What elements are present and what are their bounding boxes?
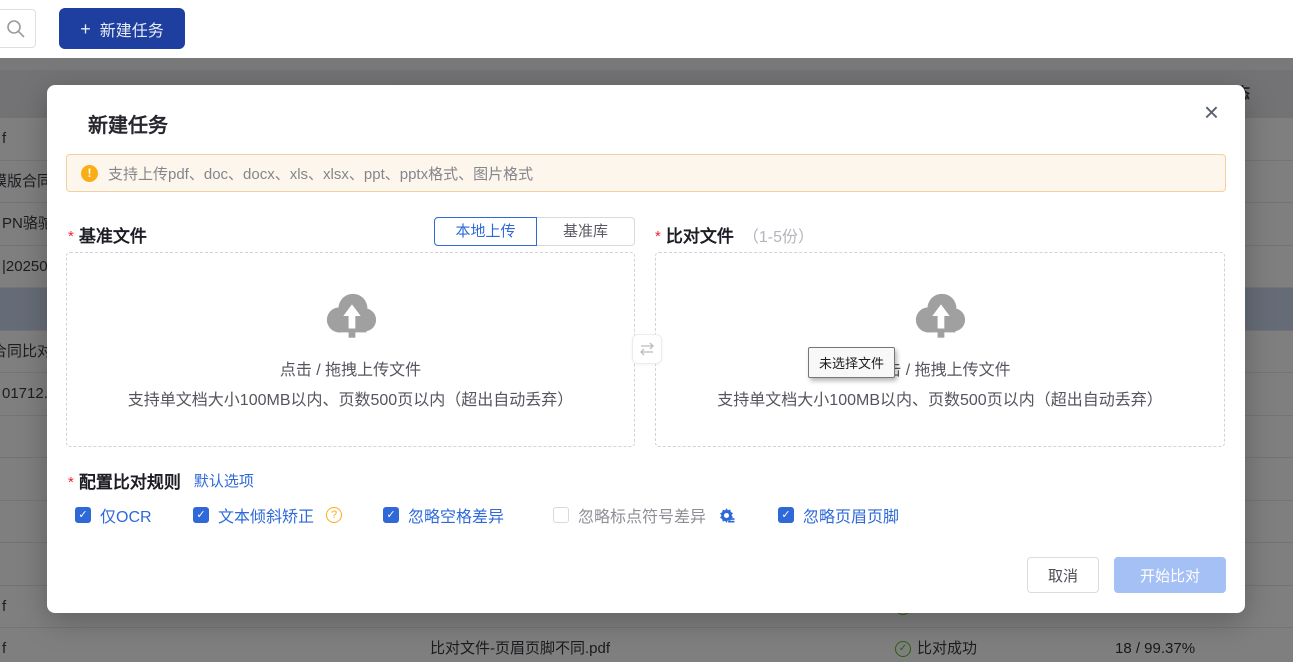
- warning-icon: !: [81, 165, 98, 182]
- compare-file-count-hint: （1-5份）: [743, 223, 814, 247]
- new-task-modal: 新建任务 × ! 支持上传pdf、doc、docx、xls、xlsx、ppt、p…: [47, 85, 1245, 613]
- default-options-link[interactable]: 默认选项: [194, 470, 254, 491]
- required-mark: *: [68, 228, 74, 245]
- checkbox-label: 忽略标点符号差异: [578, 503, 706, 527]
- tab-base-library[interactable]: 基准库: [537, 217, 635, 246]
- checkbox-unchecked-icon[interactable]: [553, 507, 569, 523]
- format-alert-text: 支持上传pdf、doc、docx、xls、xlsx、ppt、pptx格式、图片格…: [108, 163, 533, 184]
- checkbox-ocr-only[interactable]: 仅OCR: [75, 503, 152, 527]
- upload-cloud-icon: [656, 291, 1224, 346]
- base-file-label: 基准文件: [79, 222, 147, 247]
- compare-file-label: 比对文件: [666, 222, 734, 247]
- checkbox-checked-icon[interactable]: [383, 507, 399, 523]
- checkbox-checked-icon[interactable]: [193, 507, 209, 523]
- file-input-tooltip: 未选择文件: [808, 347, 895, 378]
- search-icon: [6, 19, 26, 39]
- checkbox-checked-icon[interactable]: [75, 507, 91, 523]
- plus-icon: +: [80, 20, 91, 38]
- base-file-dropzone[interactable]: 点击 / 拖拽上传文件 支持单文档大小100MB以内、页数500页以内（超出自动…: [66, 252, 635, 447]
- punctuation-settings-gear-icon[interactable]: [718, 507, 735, 524]
- help-icon[interactable]: ?: [326, 507, 342, 523]
- checkbox-label: 仅OCR: [100, 503, 152, 527]
- upload-hint-line2: 支持单文档大小100MB以内、页数500页以内（超出自动丢弃）: [656, 386, 1224, 410]
- rules-label: 配置比对规则: [79, 468, 181, 493]
- start-compare-button[interactable]: 开始比对: [1114, 557, 1226, 593]
- new-task-button-label: 新建任务: [100, 17, 164, 41]
- upload-hint-line2: 支持单文档大小100MB以内、页数500页以内（超出自动丢弃）: [67, 386, 634, 410]
- checkbox-ignore-header-footer[interactable]: 忽略页眉页脚: [778, 503, 899, 527]
- close-icon[interactable]: ×: [1204, 99, 1219, 125]
- checkbox-checked-icon[interactable]: [778, 507, 794, 523]
- upload-hint-line1: 点击 / 拖拽上传文件: [67, 356, 634, 380]
- compare-file-dropzone[interactable]: 点击 / 拖拽上传文件 支持单文档大小100MB以内、页数500页以内（超出自动…: [655, 252, 1225, 447]
- rules-section-title: * 配置比对规则 默认选项: [68, 468, 254, 493]
- compare-file-section-title: * 比对文件 （1-5份）: [655, 222, 814, 247]
- format-alert: ! 支持上传pdf、doc、docx、xls、xlsx、ppt、pptx格式、图…: [66, 154, 1226, 192]
- upload-hint-line1: 点击 / 拖拽上传文件: [656, 356, 1224, 380]
- new-task-button[interactable]: + 新建任务: [59, 8, 185, 49]
- checkbox-label: 文本倾斜矫正: [218, 503, 314, 527]
- checkbox-text-skew-correction[interactable]: 文本倾斜矫正 ?: [193, 503, 342, 527]
- modal-title: 新建任务: [88, 109, 168, 138]
- required-mark: *: [68, 474, 74, 491]
- upload-cloud-icon: [67, 291, 634, 346]
- required-mark: *: [655, 228, 661, 245]
- source-tabs: 本地上传 基准库: [434, 217, 635, 246]
- checkbox-ignore-punctuation-diff[interactable]: 忽略标点符号差异: [553, 503, 735, 527]
- checkbox-label: 忽略空格差异: [408, 503, 504, 527]
- swap-icon: [639, 342, 655, 356]
- swap-files-button[interactable]: [632, 334, 662, 364]
- tab-local-upload[interactable]: 本地上传: [434, 217, 537, 246]
- checkbox-label: 忽略页眉页脚: [803, 503, 899, 527]
- checkbox-ignore-space-diff[interactable]: 忽略空格差异: [383, 503, 504, 527]
- search-box[interactable]: [0, 9, 36, 48]
- cancel-button[interactable]: 取消: [1027, 557, 1099, 593]
- modal-footer: 取消 开始比对: [1027, 557, 1226, 593]
- toolbar: + 新建任务: [0, 0, 1293, 58]
- app-screen: + 新建任务 比对文件 比对结果状态 f 模版合同 PN骆驼 |20250 合同…: [0, 0, 1293, 662]
- base-file-section-title: * 基准文件: [68, 222, 147, 247]
